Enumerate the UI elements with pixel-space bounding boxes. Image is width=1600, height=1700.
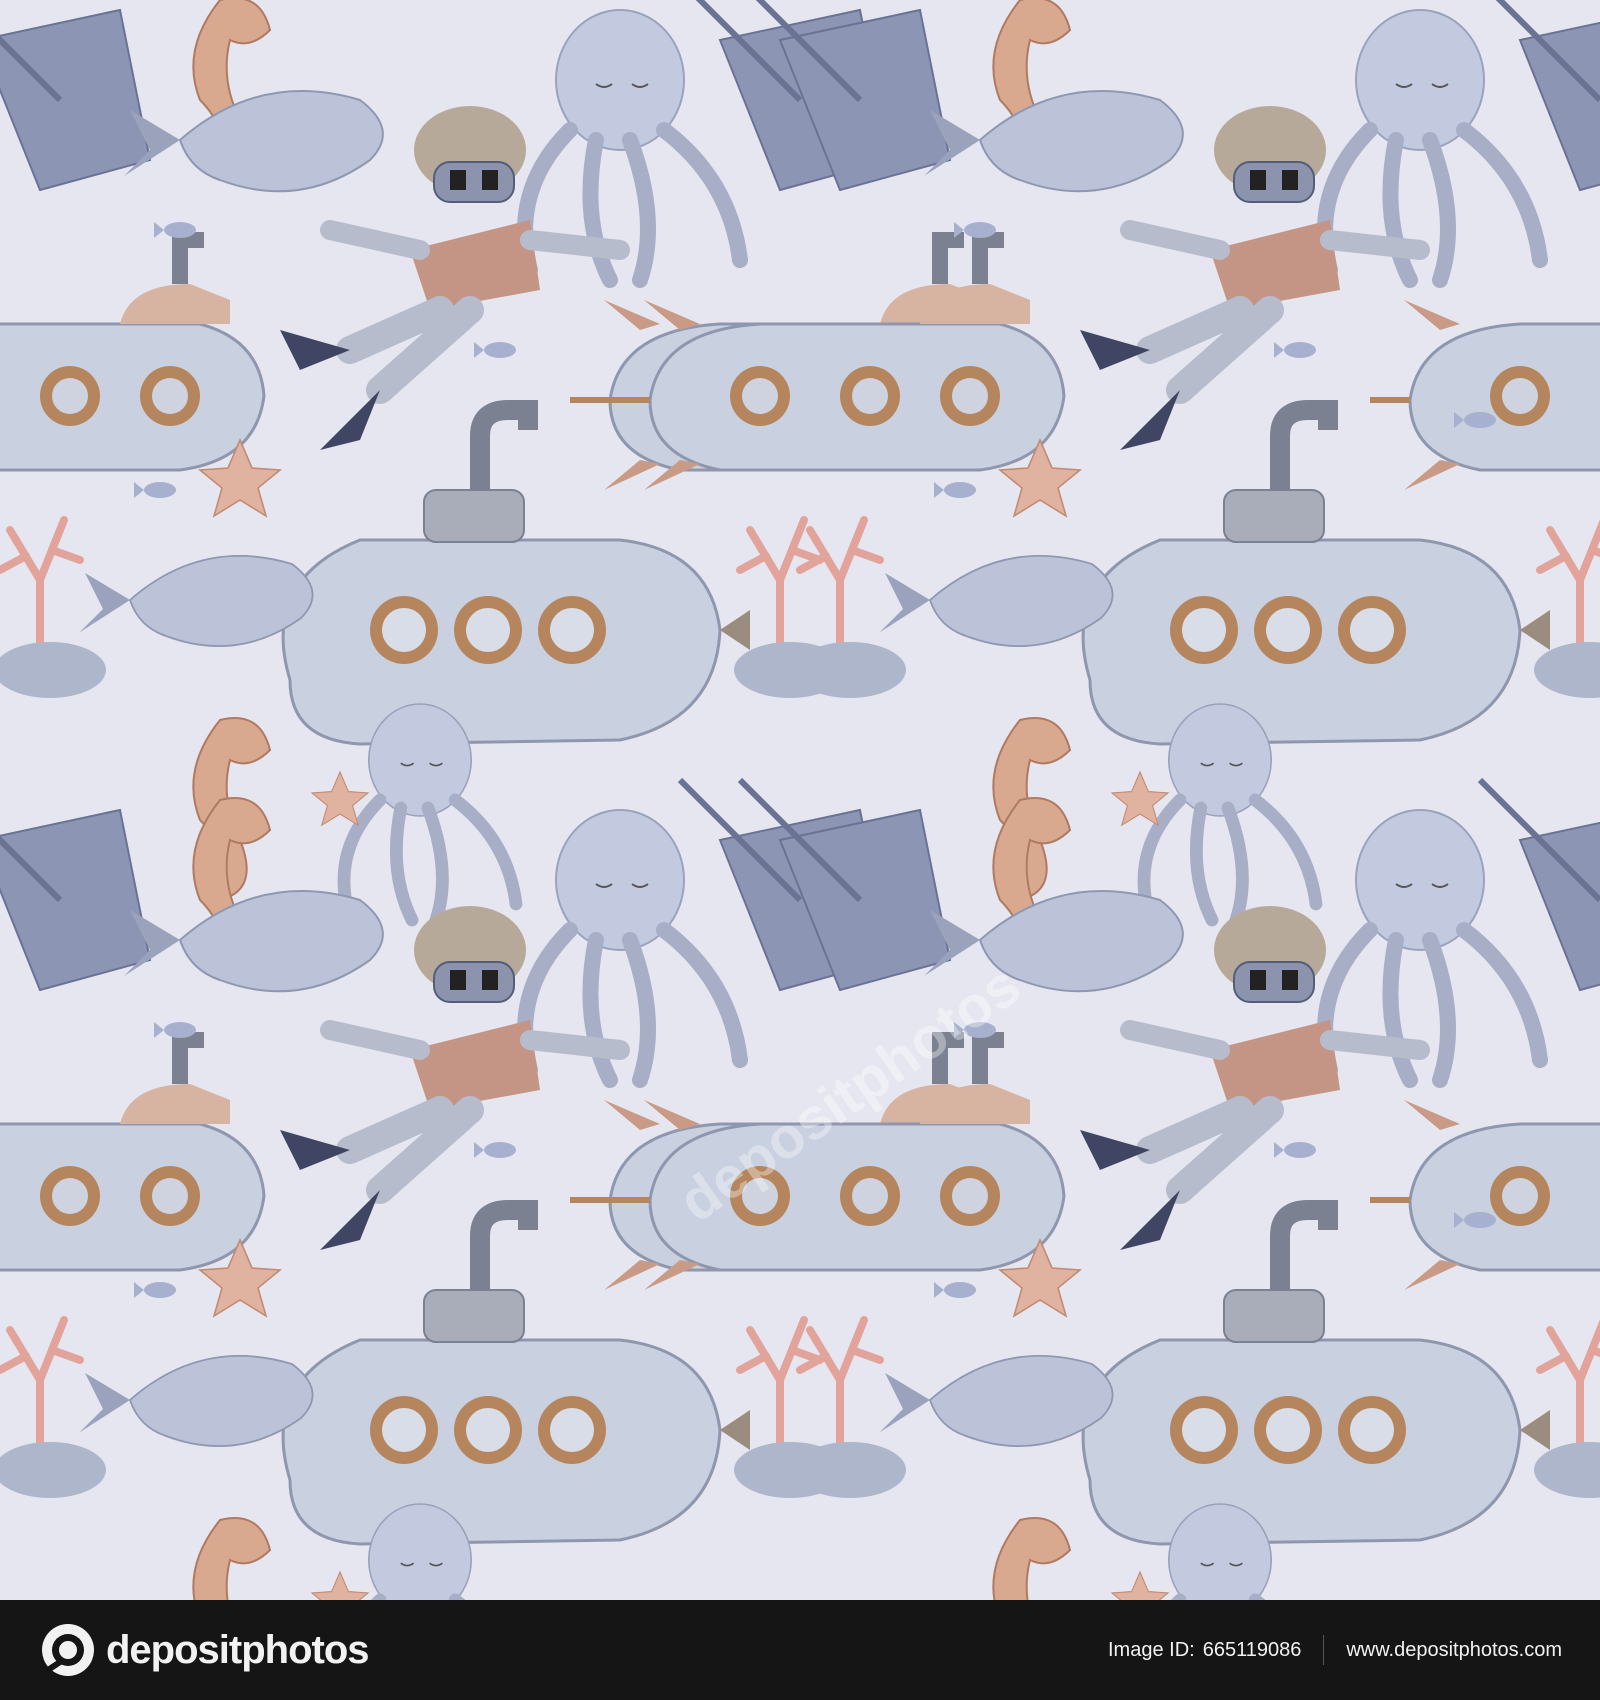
ocean-pattern-illustration: depositphotos — [0, 0, 1600, 1600]
site-link[interactable]: www.depositphotos.com — [1346, 1639, 1562, 1662]
image-id-label: Image ID: — [1108, 1638, 1195, 1661]
footer-bar: depositphotos Image ID: 665119086 www.de… — [0, 1600, 1600, 1700]
depositphotos-logo-icon — [42, 1624, 94, 1676]
brand-name: depositphotos — [106, 1627, 370, 1672]
brand-logo[interactable]: depositphotos — [40, 1622, 370, 1678]
image-id-value: 665119086 — [1202, 1638, 1302, 1661]
pattern-svg — [0, 0, 1600, 1600]
footer-divider — [1323, 1635, 1325, 1665]
